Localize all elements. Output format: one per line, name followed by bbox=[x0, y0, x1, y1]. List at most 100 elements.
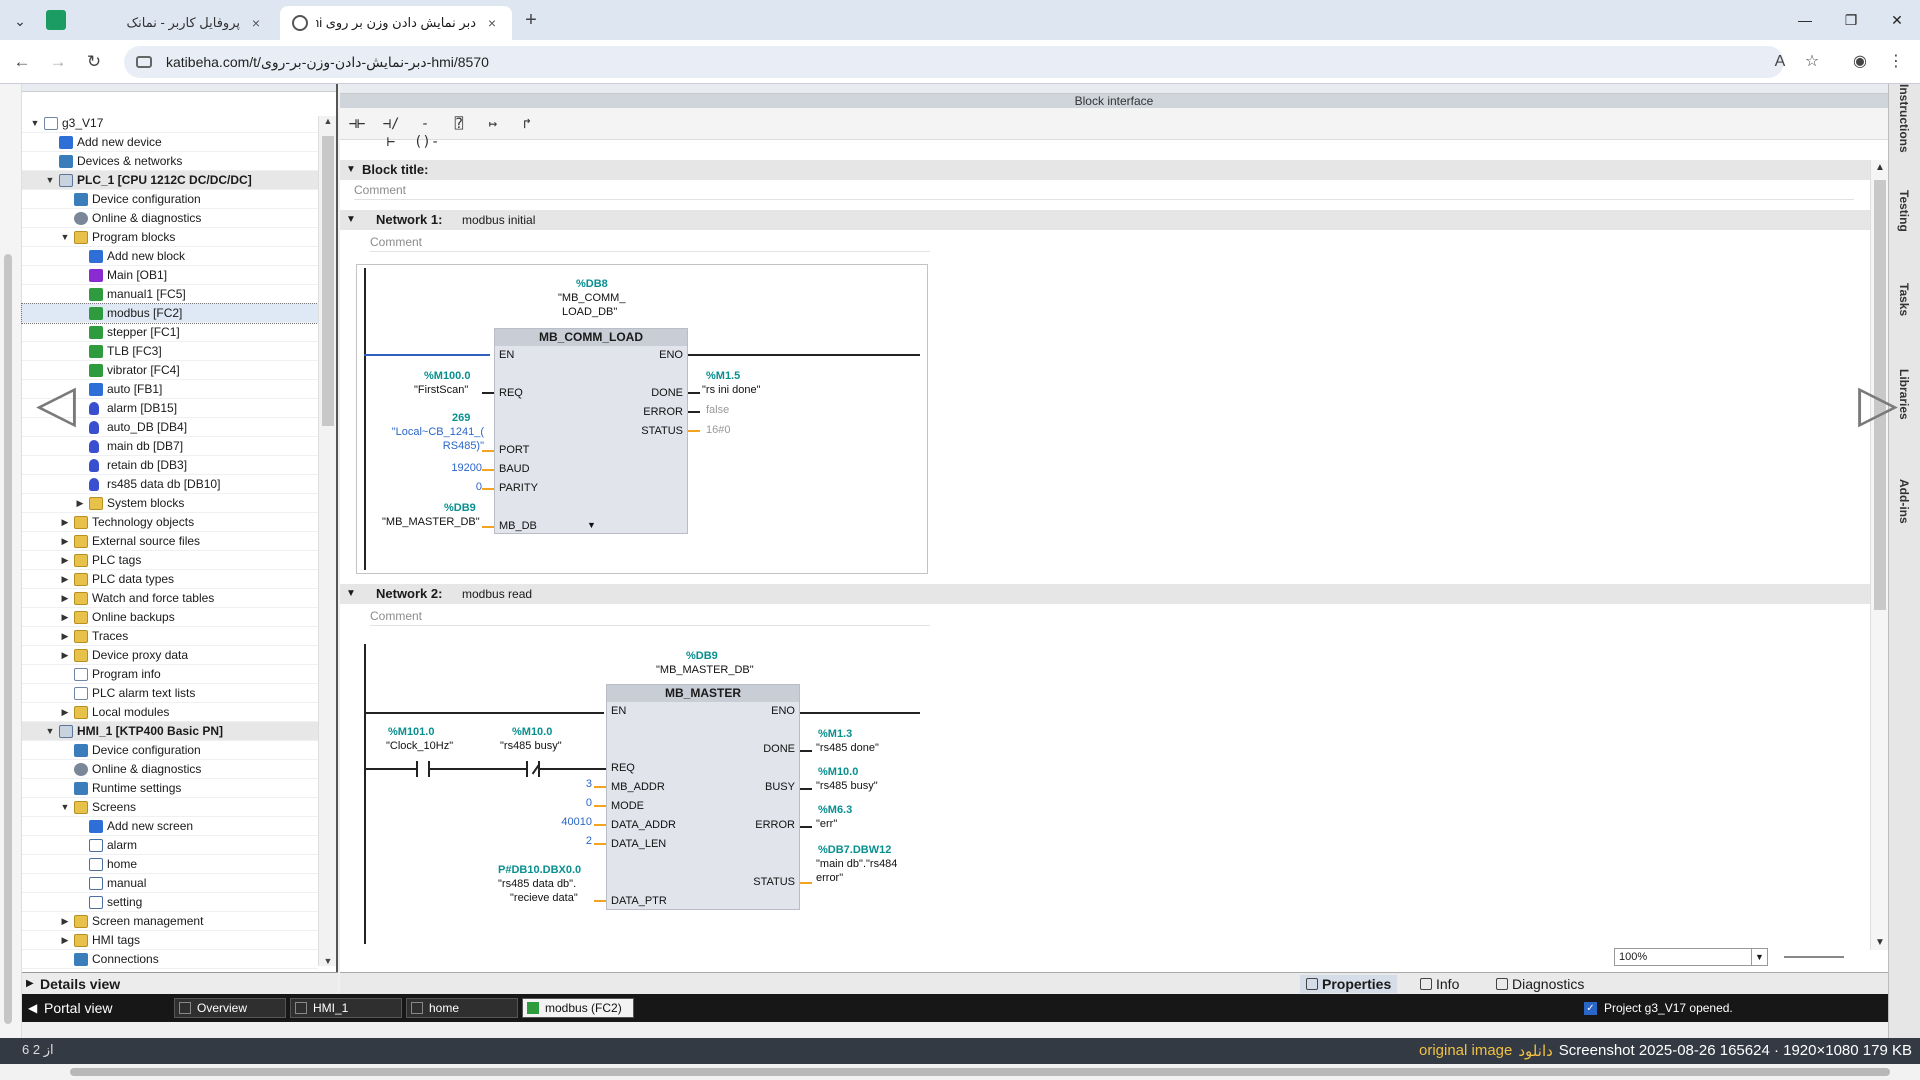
tree-item[interactable]: ▶ HMI tags bbox=[22, 931, 318, 950]
network-2-title[interactable]: modbus read bbox=[462, 584, 532, 604]
collapse-icon[interactable]: ▼ bbox=[346, 210, 356, 230]
tree-item[interactable]: ▶ Device proxy data bbox=[22, 646, 318, 665]
tree-item[interactable]: ▶ Screen management bbox=[22, 912, 318, 931]
expand-icon[interactable]: ▶ bbox=[60, 589, 70, 608]
n2-datalen-value[interactable]: 2 bbox=[540, 835, 592, 847]
network-2-header[interactable]: ▼ Network 2: modbus read bbox=[340, 584, 1870, 604]
tree-item[interactable]: Add new block bbox=[22, 247, 318, 266]
expand-icon[interactable]: ▶ bbox=[60, 570, 70, 589]
next-image-arrow-icon[interactable]: ▷ bbox=[1858, 374, 1898, 434]
collapse-icon[interactable]: ▼ bbox=[60, 798, 70, 817]
tree-item[interactable]: Main [OB1] bbox=[22, 266, 318, 285]
task-home[interactable]: home bbox=[406, 998, 518, 1018]
tree-item[interactable]: ▶ Online backups bbox=[22, 608, 318, 627]
collapse-icon[interactable]: ▼ bbox=[346, 584, 356, 604]
tree-item[interactable]: ▼ Program blocks bbox=[22, 228, 318, 247]
scroll-up-icon[interactable]: ▲ bbox=[1871, 162, 1889, 173]
tree-item[interactable]: setting bbox=[22, 893, 318, 912]
expand-icon[interactable]: ▶ bbox=[26, 973, 34, 995]
url-field[interactable]: katibeha.com/t/دبر-نمایش-دادن-وزن-بر-روی… bbox=[124, 46, 1784, 78]
n1-mbdb-address[interactable]: %DB9 bbox=[444, 502, 476, 514]
tree-item[interactable]: Device configuration bbox=[22, 741, 318, 760]
expand-icon[interactable]: ▶ bbox=[60, 513, 70, 532]
tree-item[interactable]: TLB [FC3] bbox=[22, 342, 318, 361]
tree-item[interactable]: Online & diagnostics bbox=[22, 760, 318, 779]
download-link[interactable]: دانلود bbox=[1518, 1042, 1552, 1060]
tree-item[interactable]: ▶ PLC tags bbox=[22, 551, 318, 570]
zoom-slider[interactable] bbox=[1784, 956, 1844, 958]
expand-icon[interactable]: ▶ bbox=[60, 703, 70, 722]
tree-item[interactable]: ▼ Screens bbox=[22, 798, 318, 817]
details-view-header[interactable]: ▶ Details view bbox=[22, 972, 338, 994]
tree-item[interactable]: home bbox=[22, 855, 318, 874]
expand-icon[interactable]: ▶ bbox=[60, 532, 70, 551]
expand-icon[interactable]: ▶ bbox=[60, 931, 70, 950]
scroll-up-icon[interactable]: ▲ bbox=[319, 116, 337, 126]
tree-item[interactable]: PLC alarm text lists bbox=[22, 684, 318, 703]
tab-tasks[interactable]: Tasks bbox=[1893, 270, 1915, 330]
tree-item[interactable]: ▼ PLC_1 [CPU 1212C DC/DC/DC] bbox=[22, 171, 318, 190]
expand-icon[interactable]: ▶ bbox=[60, 912, 70, 931]
browser-tab-profile[interactable]: پروفایل کاربر - نمانک × bbox=[80, 6, 276, 40]
n2-busy-address[interactable]: %M10.0 bbox=[818, 766, 858, 778]
n1-baud-value[interactable]: 19200 bbox=[420, 462, 482, 474]
forward-arrow-icon[interactable]: → bbox=[46, 50, 70, 74]
n1-instance-address[interactable]: %DB8 bbox=[576, 278, 608, 290]
original-image-link[interactable]: original image bbox=[1419, 1042, 1512, 1060]
tab-close-icon[interactable]: × bbox=[248, 15, 264, 31]
site-info-icon[interactable] bbox=[136, 56, 152, 68]
tree-scrollbar-thumb[interactable] bbox=[322, 136, 334, 426]
tree-item[interactable]: ▶ System blocks bbox=[22, 494, 318, 513]
expand-icon[interactable]: ▶ bbox=[60, 608, 70, 627]
tree-item[interactable]: main db [DB7] bbox=[22, 437, 318, 456]
nc-contact-busy[interactable] bbox=[526, 761, 540, 777]
nc-contact-icon[interactable]: ⊣/⊢ bbox=[380, 115, 402, 150]
tree-item[interactable]: ▶ Watch and force tables bbox=[22, 589, 318, 608]
collapse-icon[interactable]: ▼ bbox=[45, 722, 55, 741]
back-arrow-icon[interactable]: ← bbox=[10, 50, 34, 74]
collapse-icon[interactable]: ▼ bbox=[346, 160, 356, 180]
chevron-down-icon[interactable]: ▼ bbox=[1751, 949, 1767, 965]
network-2-comment[interactable]: Comment bbox=[370, 606, 930, 626]
tab-close-icon[interactable]: × bbox=[484, 15, 500, 31]
collapse-icon[interactable]: ▼ bbox=[60, 228, 70, 247]
tree-item[interactable]: modbus [FC2] bbox=[21, 303, 319, 324]
browser-menu-icon[interactable]: ⋮ bbox=[1884, 50, 1908, 74]
tab-info[interactable]: Info bbox=[1414, 975, 1465, 993]
scroll-down-icon[interactable]: ▼ bbox=[319, 956, 337, 966]
tab-testing[interactable]: Testing bbox=[1893, 176, 1915, 246]
expand-icon[interactable]: ▶ bbox=[75, 494, 85, 513]
tree-item[interactable]: manual1 [FC5] bbox=[22, 285, 318, 304]
portal-view-button[interactable]: ◀ Portal view bbox=[22, 994, 112, 1022]
network-1-comment[interactable]: Comment bbox=[370, 232, 930, 252]
zoom-select[interactable]: 100% ▼ bbox=[1614, 948, 1768, 966]
mb-comm-load-block[interactable]: MB_COMM_LOAD EN ENO REQ DONE ERROR STATU… bbox=[494, 328, 688, 534]
n2-mode-value[interactable]: 0 bbox=[540, 797, 592, 809]
tree-item[interactable]: rs485 data db [DB10] bbox=[22, 475, 318, 494]
n2-dataptr-address[interactable]: P#DB10.DBX0.0 bbox=[498, 864, 581, 876]
task-hmi-1[interactable]: HMI_1 bbox=[290, 998, 402, 1018]
bookmark-star-icon[interactable]: ☆ bbox=[1800, 50, 1824, 74]
tree-item[interactable]: ▶ External source files bbox=[22, 532, 318, 551]
previous-image-arrow-icon[interactable]: ◁ bbox=[36, 374, 76, 434]
network-1-header[interactable]: ▼ Network 1: modbus initial bbox=[340, 210, 1870, 230]
expand-icon[interactable]: ▶ bbox=[60, 551, 70, 570]
network-1-title[interactable]: modbus initial bbox=[462, 210, 535, 230]
tree-item[interactable]: Online & diagnostics bbox=[22, 209, 318, 228]
n1-parity-value[interactable]: 0 bbox=[420, 481, 482, 493]
task-overview[interactable]: Overview bbox=[174, 998, 286, 1018]
page-scrollbar-thumb[interactable] bbox=[4, 254, 12, 1024]
expand-block-icon[interactable]: ▼ bbox=[587, 520, 596, 530]
tree-item[interactable]: stepper [FC1] bbox=[22, 323, 318, 342]
n2-contact2-address[interactable]: %M10.0 bbox=[512, 726, 552, 738]
close-branch-icon[interactable]: ↱ bbox=[516, 115, 538, 133]
tree-item[interactable]: alarm bbox=[22, 836, 318, 855]
restore-icon[interactable]: ❐ bbox=[1836, 8, 1866, 32]
block-title-header[interactable]: ▼ Block title: bbox=[340, 160, 1870, 180]
browser-tab-active[interactable]: دبر نمایش دادن وزن بر روی hmi × bbox=[280, 6, 512, 40]
tab-add-ins[interactable]: Add-ins bbox=[1893, 466, 1915, 536]
tree-item[interactable]: Add new screen bbox=[22, 817, 318, 836]
block-comment[interactable]: Comment bbox=[354, 180, 1854, 200]
n2-status-address[interactable]: %DB7.DBW12 bbox=[818, 844, 891, 856]
tab-diagnostics[interactable]: Diagnostics bbox=[1490, 975, 1590, 993]
